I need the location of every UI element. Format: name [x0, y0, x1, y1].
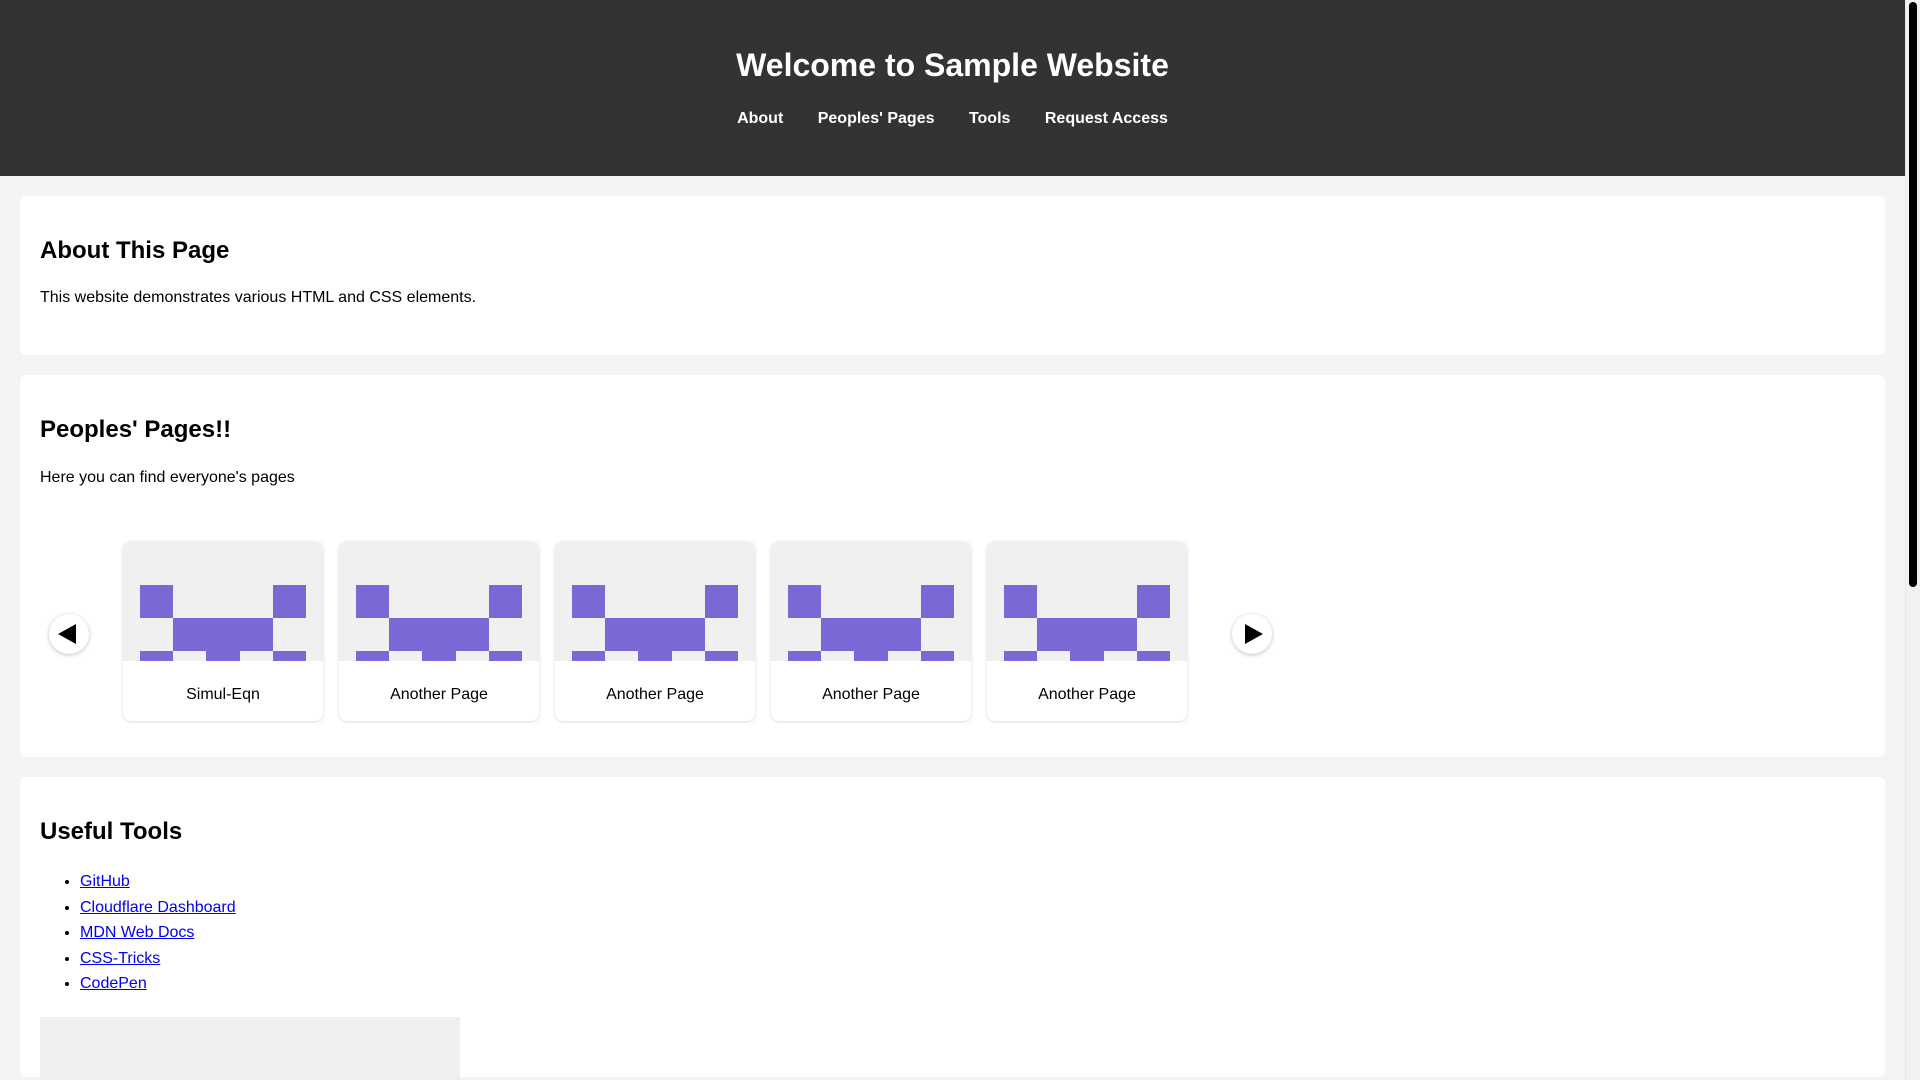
page-tile[interactable]: Another Page — [555, 541, 755, 721]
arrow-left-icon — [58, 624, 76, 644]
site-title: Welcome to Sample Website — [736, 47, 1169, 83]
about-heading: About This Page — [40, 237, 230, 264]
tool-link-css-tricks[interactable]: CSS-Tricks — [80, 950, 160, 967]
page-tile-label: Another Page — [822, 686, 920, 703]
page-tile[interactable]: Another Page — [771, 541, 971, 721]
list-item: CSS-Tricks — [80, 946, 1865, 972]
page-tile[interactable]: Another Page — [339, 541, 539, 721]
page: Welcome to Sample Website About Peoples'… — [0, 0, 1905, 1080]
nav-tools[interactable]: Tools — [969, 109, 1010, 129]
tool-link-github[interactable]: GitHub — [80, 873, 130, 890]
page-tile-label: Another Page — [390, 686, 488, 703]
identicon-image — [555, 541, 755, 661]
page-tile[interactable]: Simul-Eqn — [123, 541, 323, 721]
nav-about[interactable]: About — [737, 109, 783, 129]
about-text: This website demonstrates various HTML a… — [40, 289, 477, 306]
tool-link-codepen[interactable]: CodePen — [80, 975, 147, 992]
main-nav: About Peoples' Pages Tools Request Acces… — [0, 109, 1905, 129]
page-tile-label: Another Page — [606, 686, 704, 703]
page-tile-label: Another Page — [1038, 686, 1136, 703]
list-item: CodePen — [80, 971, 1865, 997]
carousel-next-button[interactable] — [1232, 614, 1272, 654]
peoples-pages-section: Peoples' Pages!! Here you can find every… — [20, 375, 1885, 757]
tools-placeholder-box — [40, 1016, 460, 1080]
useful-tools-heading: Useful Tools — [40, 818, 183, 845]
tool-link-mdn[interactable]: MDN Web Docs — [80, 924, 194, 941]
arrow-right-icon — [1245, 624, 1263, 644]
list-item: Cloudflare Dashboard — [80, 895, 1865, 921]
page-tile-label: Simul-Eqn — [186, 686, 260, 703]
identicon-image — [771, 541, 971, 661]
list-item: MDN Web Docs — [80, 920, 1865, 946]
site-header: Welcome to Sample Website About Peoples'… — [0, 0, 1905, 176]
peoples-pages-text: Here you can find everyone's pages — [40, 469, 295, 486]
nav-request-access[interactable]: Request Access — [1045, 109, 1168, 129]
identicon-image — [987, 541, 1187, 661]
useful-tools-section: Useful Tools GitHub Cloudflare Dashboard… — [20, 777, 1885, 1080]
list-item: GitHub — [80, 869, 1865, 895]
pages-carousel: Simul-Eqn Another Page Another Page Anot… — [49, 541, 1273, 721]
carousel-track: Simul-Eqn Another Page Another Page Anot… — [123, 541, 1187, 721]
tool-link-cloudflare[interactable]: Cloudflare Dashboard — [80, 899, 236, 916]
page-tile[interactable]: Another Page — [987, 541, 1187, 721]
identicon-image — [339, 541, 539, 661]
tools-list: GitHub Cloudflare Dashboard MDN Web Docs… — [40, 869, 1865, 997]
peoples-pages-heading: Peoples' Pages!! — [40, 416, 232, 443]
carousel-prev-button[interactable] — [49, 614, 89, 654]
vertical-scrollbar[interactable] — [1905, 0, 1920, 1080]
scrollbar-thumb[interactable] — [1909, 2, 1917, 587]
nav-peoples-pages[interactable]: Peoples' Pages — [818, 109, 935, 129]
identicon-image — [123, 541, 323, 661]
about-section: About This Page This website demonstrate… — [20, 196, 1885, 355]
